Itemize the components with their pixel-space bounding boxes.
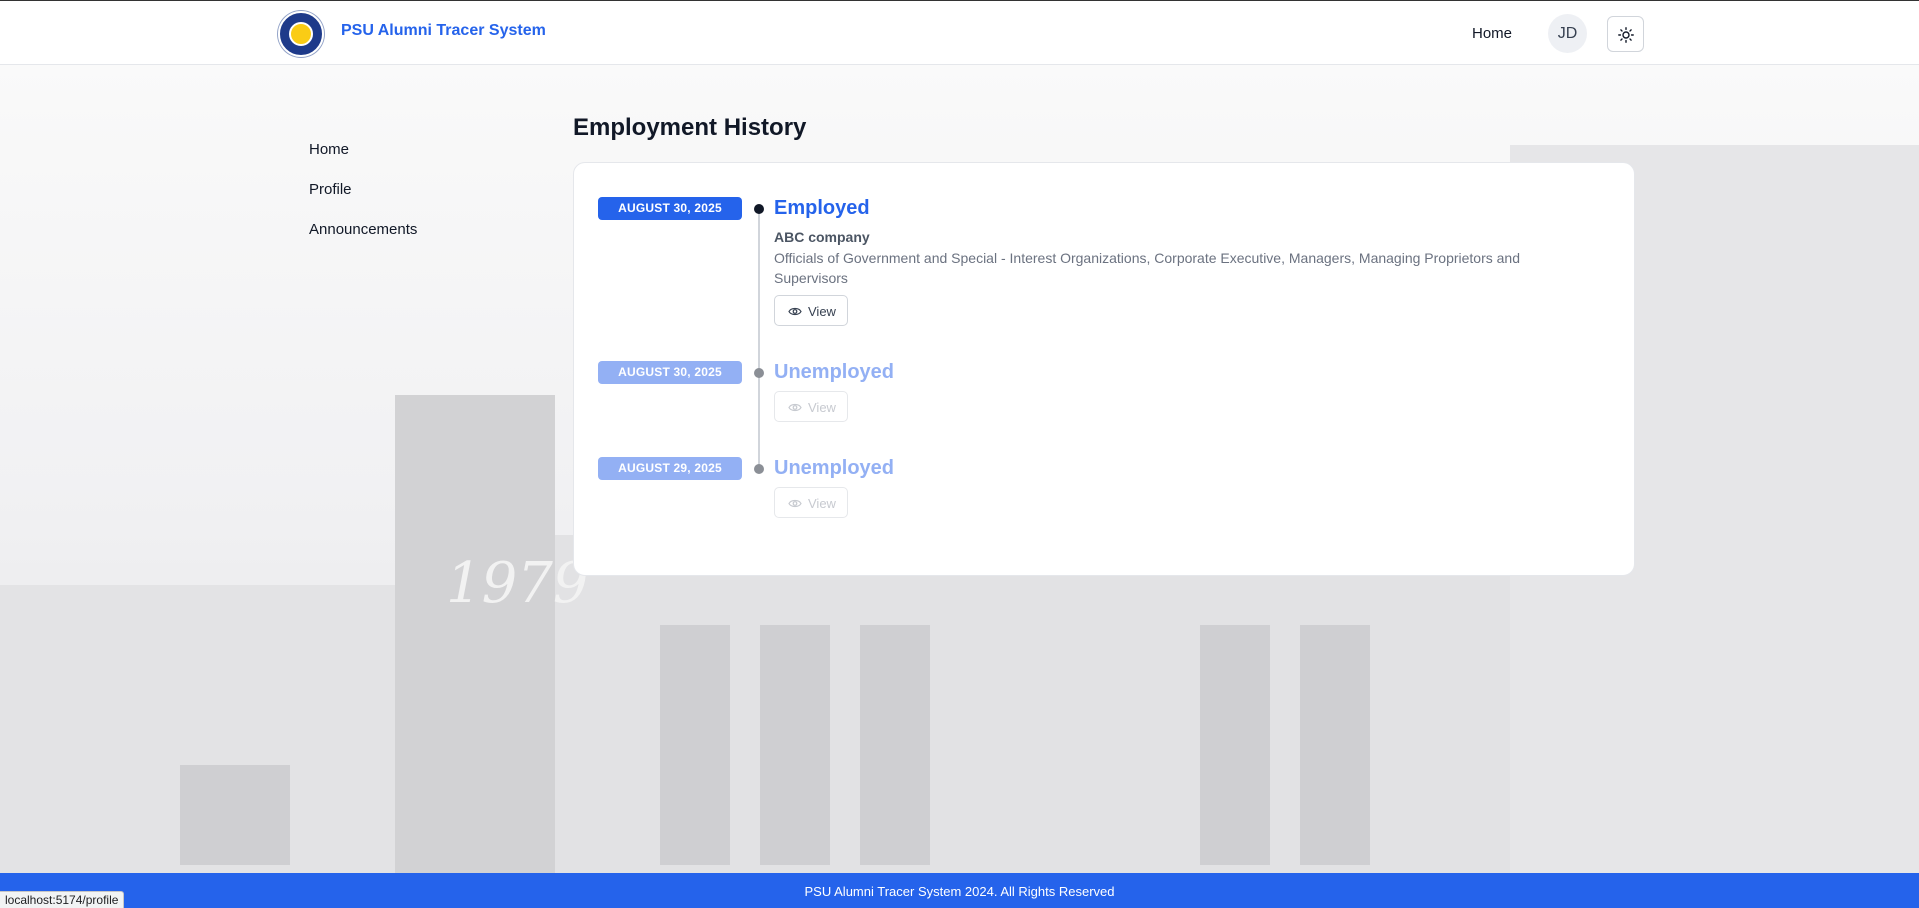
sun-icon: [1618, 27, 1634, 43]
nav-home-link[interactable]: Home: [1472, 25, 1512, 42]
view-button-label: View: [808, 400, 836, 415]
background-window: [180, 765, 290, 865]
entry-company: ABC company: [774, 229, 870, 245]
eye-icon: [788, 403, 802, 412]
background-window: [1300, 625, 1370, 865]
background-window: [660, 625, 730, 865]
timeline-dot: [754, 464, 764, 474]
sidebar-item-profile[interactable]: Profile: [309, 181, 352, 198]
eye-icon: [788, 307, 802, 316]
page-title: Employment History: [573, 114, 807, 141]
sidebar-item-announcements[interactable]: Announcements: [309, 221, 417, 238]
background-pillar: [395, 395, 555, 873]
background-window: [760, 625, 830, 865]
timeline-line: [758, 210, 760, 468]
background-window: [1200, 625, 1270, 865]
entry-status: Employed: [774, 197, 870, 219]
top-navbar: PSU Alumni Tracer System Home JD: [0, 0, 1919, 65]
theme-toggle-button[interactable]: [1607, 16, 1644, 52]
view-button[interactable]: View: [774, 487, 848, 518]
entry-date-badge: AUGUST 29, 2025: [598, 457, 742, 480]
entry-occupation: Officials of Government and Special - In…: [774, 250, 1521, 286]
brand-title[interactable]: PSU Alumni Tracer System: [341, 22, 546, 40]
timeline-dot: [754, 204, 764, 214]
user-avatar[interactable]: JD: [1548, 14, 1587, 53]
view-button[interactable]: View: [774, 295, 848, 326]
footer: PSU Alumni Tracer System 2024. All Right…: [0, 873, 1919, 908]
university-logo[interactable]: [278, 11, 324, 57]
building-numerals: 1979: [446, 555, 589, 613]
view-button[interactable]: View: [774, 391, 848, 422]
browser-status-url: localhost:5174/profile: [0, 891, 125, 908]
view-button-label: View: [808, 304, 836, 319]
entry-date-badge: AUGUST 30, 2025: [598, 197, 742, 220]
timeline-dot: [754, 368, 764, 378]
view-button-label: View: [808, 496, 836, 511]
eye-icon: [788, 499, 802, 508]
footer-text: PSU Alumni Tracer System 2024. All Right…: [804, 884, 1115, 899]
entry-date-badge: AUGUST 30, 2025: [598, 361, 742, 384]
entry-status: Unemployed: [774, 361, 895, 383]
background-window: [860, 625, 930, 865]
sidebar-item-home[interactable]: Home: [309, 141, 349, 158]
entry-status: Unemployed: [774, 457, 895, 479]
